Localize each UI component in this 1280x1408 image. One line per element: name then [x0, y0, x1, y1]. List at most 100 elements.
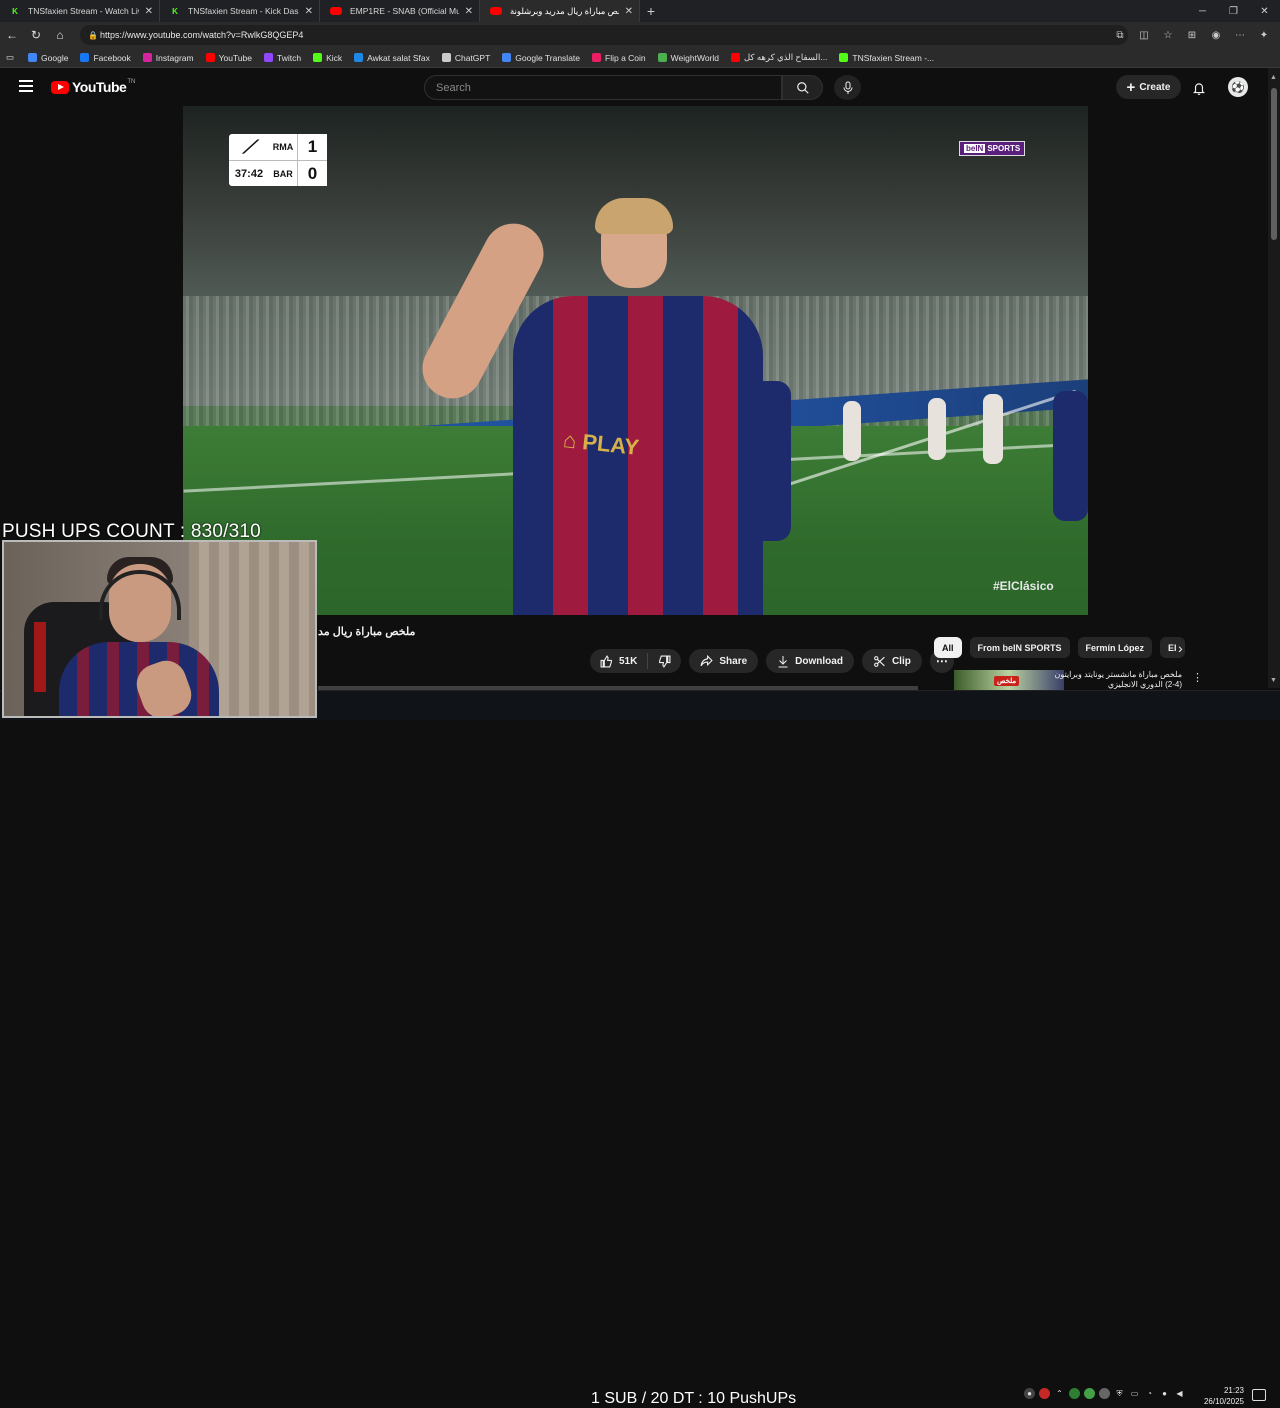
like-button[interactable]: 51K	[590, 653, 649, 669]
youtube-icon	[205, 53, 215, 62]
tray-app-icon[interactable]	[1099, 1388, 1110, 1399]
laliga-logo-icon: ⟋	[242, 136, 256, 157]
youtube-icon	[330, 7, 342, 15]
bookmark-item[interactable]: Flip a Coin	[592, 53, 646, 63]
profile-icon[interactable]: ◉	[1206, 25, 1226, 45]
collections-icon[interactable]: ⊞	[1182, 25, 1202, 45]
close-tab-icon[interactable]: ✕	[145, 6, 153, 17]
chip-fermin-lopez[interactable]: Fermín López	[1077, 637, 1153, 658]
avatar[interactable]: ⚽	[1228, 77, 1248, 97]
download-button[interactable]: Download	[766, 649, 854, 673]
clip-button[interactable]: Clip	[861, 649, 922, 673]
dislike-button[interactable]	[648, 655, 681, 668]
download-icon	[778, 655, 788, 667]
bookmark-item[interactable]: ChatGPT	[441, 53, 490, 63]
tray-mic-icon[interactable]: ●	[1159, 1388, 1170, 1399]
recommended-video[interactable]: ملخص ملخص مباراة مانشستر يونايتد وبرايتو…	[934, 668, 1268, 690]
extensions-icon[interactable]: ⧉	[1110, 25, 1130, 45]
refresh-button[interactable]: ↻	[24, 24, 48, 46]
close-tab-icon[interactable]: ✕	[465, 6, 473, 17]
share-icon	[700, 655, 714, 667]
tab-title: TNSfaxien Stream - Kick Dashboa	[188, 6, 299, 16]
chip-all[interactable]: All	[934, 637, 962, 658]
close-tab-icon[interactable]: ✕	[625, 6, 633, 17]
tray-xbox-icon[interactable]	[1084, 1388, 1095, 1399]
voice-search-button[interactable]	[834, 75, 861, 100]
recommended-title[interactable]: ملخص مباراة مانشستر يونايتد وبرايتون (4-…	[1052, 670, 1183, 690]
bookmark-reading-icon[interactable]: ▭	[6, 52, 14, 63]
bookmark-item[interactable]: Awkat salat Sfax	[354, 53, 430, 63]
close-tab-icon[interactable]: ✕	[305, 6, 313, 17]
browser-tab[interactable]: K TNSfaxien Stream - Watch Live on ✕	[0, 0, 160, 22]
tab-title: EMP1RE - SNAB (Official Music V	[350, 6, 459, 16]
bookmark-item[interactable]: YouTube	[205, 53, 252, 63]
tray-network-icon[interactable]: ◔	[1144, 1388, 1155, 1399]
menu-icon[interactable]	[19, 80, 33, 92]
scroll-down-icon[interactable]: ▼	[1270, 677, 1277, 684]
video-title: ملخص مباراة ريال مد	[318, 626, 416, 638]
search-button[interactable]	[782, 75, 823, 100]
coin-icon	[592, 53, 602, 62]
chip-bein-sports[interactable]: From beIN SPORTS	[969, 637, 1070, 658]
chevron-right-icon[interactable]: ›	[1178, 640, 1183, 656]
bookmark-item[interactable]: Twitch	[264, 53, 301, 63]
bookmark-item[interactable]: Google	[28, 53, 68, 63]
scrollbar-thumb[interactable]	[1271, 88, 1277, 240]
bookmark-item[interactable]: Google Translate	[502, 53, 580, 63]
share-label: Share	[719, 655, 748, 667]
search-icon	[796, 81, 809, 94]
bookmark-item[interactable]: TNSfaxien Stream -...	[839, 53, 934, 63]
bookmark-item[interactable]: Facebook	[80, 53, 131, 63]
search-input[interactable]: Search	[424, 75, 782, 100]
back-button[interactable]: ←	[0, 24, 24, 46]
home-team: RMA	[272, 142, 294, 152]
create-label: Create	[1139, 81, 1171, 93]
restore-button[interactable]: ❐	[1218, 0, 1249, 22]
bookmark-item[interactable]: Instagram	[142, 53, 194, 63]
tray-battery-icon[interactable]: ▭	[1129, 1388, 1140, 1399]
page-scrollbar[interactable]: ▲ ▼	[1268, 68, 1280, 688]
tray-steam-icon[interactable]	[1069, 1388, 1080, 1399]
browser-tab[interactable]: EMP1RE - SNAB (Official Music V ✕	[320, 0, 480, 22]
more-menu-icon[interactable]: ⋯	[1230, 25, 1250, 45]
create-button[interactable]: + Create	[1116, 75, 1181, 99]
background-player	[983, 394, 1003, 464]
like-dislike-group: 51K	[590, 649, 682, 673]
bookmark-item[interactable]: WeightWorld	[657, 53, 719, 63]
bookmark-item[interactable]: Kick	[313, 53, 342, 63]
chatgpt-icon	[441, 53, 451, 62]
tray-volume-icon[interactable]: ◀	[1174, 1388, 1185, 1399]
share-button[interactable]: Share	[689, 649, 759, 673]
youtube-logo[interactable]: YouTube TN	[51, 79, 135, 95]
video-player[interactable]: ⌂ PLAY ⟋ RMA 1 37:42 BAR 0 beIN SPORTS #…	[183, 106, 1088, 615]
taskbar-clock[interactable]: 21:23 26/10/2025	[1200, 1385, 1244, 1407]
broadcaster-logo-prefix: beIN	[964, 144, 986, 153]
home-button[interactable]: ⌂	[48, 24, 72, 46]
clock-date: 26/10/2025	[1203, 1397, 1244, 1406]
youtube-header: YouTube TN Search + Create ⚽	[0, 68, 1268, 106]
split-screen-icon[interactable]: ◫	[1134, 25, 1154, 45]
recommended-more-icon[interactable]: ⋮	[1192, 671, 1203, 684]
close-window-button[interactable]: ✕	[1249, 0, 1280, 22]
thumbs-down-icon	[659, 655, 671, 668]
new-tab-button[interactable]: +	[640, 0, 662, 22]
minimize-button[interactable]: ─	[1187, 0, 1218, 22]
browser-tab[interactable]: K TNSfaxien Stream - Kick Dashboa ✕	[160, 0, 320, 22]
browser-tab-active[interactable]: ملخص مباراة ريال مدريد وبرشلونة ✕	[480, 0, 640, 22]
tray-app-icon[interactable]: ●	[1024, 1388, 1035, 1399]
address-toolbar: ← ↻ ⌂ 🔒 https://www.youtube.com/watch?v=…	[0, 22, 1280, 48]
scroll-up-icon[interactable]: ▲	[1270, 74, 1277, 81]
notifications-button[interactable]	[1190, 79, 1208, 97]
tray-shield-icon[interactable]: ⛨	[1114, 1388, 1125, 1399]
weightworld-icon	[657, 53, 667, 62]
url-field[interactable]: 🔒 https://www.youtube.com/watch?v=RwlkG8…	[80, 25, 1128, 45]
bookmark-item[interactable]: السفاح الذي كرهه كل...	[731, 52, 827, 63]
notification-center-icon[interactable]	[1252, 1389, 1266, 1401]
tray-chevron-icon[interactable]: ⌃	[1054, 1388, 1065, 1399]
favorites-icon[interactable]: ☆	[1158, 25, 1178, 45]
webcam-overlay	[2, 540, 317, 718]
copilot-icon[interactable]: ✦	[1254, 25, 1274, 45]
tray-record-icon[interactable]	[1039, 1388, 1050, 1399]
recommendation-filter-chips: All From beIN SPORTS Fermín López El	[934, 637, 1185, 658]
bell-icon	[1192, 82, 1206, 95]
